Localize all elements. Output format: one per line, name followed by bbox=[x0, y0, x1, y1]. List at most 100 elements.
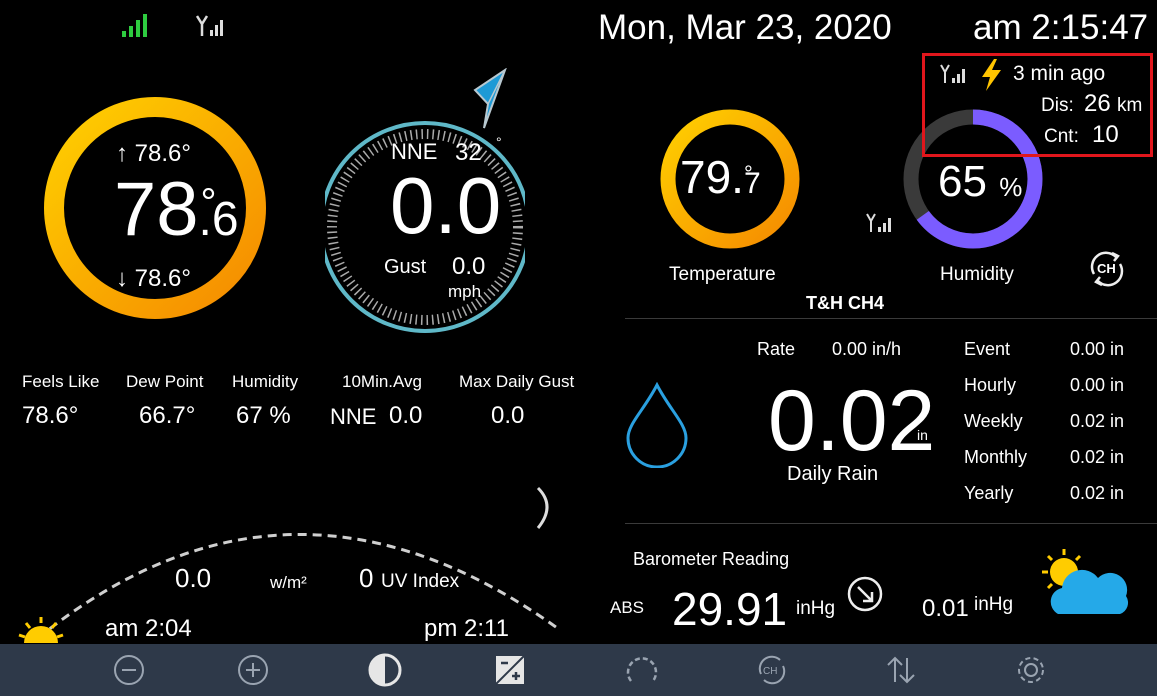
barometer-title: Barometer Reading bbox=[633, 549, 790, 569]
daily-rain-unit: in bbox=[917, 427, 928, 443]
barometer-value: 29.91 bbox=[672, 583, 788, 635]
lightning-bolt-icon bbox=[982, 59, 1001, 91]
gear-icon bbox=[1018, 657, 1044, 683]
lightning-distance-unit: km bbox=[1117, 95, 1143, 116]
partly-cloudy-icon bbox=[1042, 549, 1129, 614]
max-gust-label: Max Daily Gust bbox=[459, 372, 575, 391]
wind-direction-pointer-icon bbox=[473, 68, 507, 129]
solar-radiation-value: 0.0 bbox=[175, 563, 212, 593]
outdoor-temp-degree: ° bbox=[200, 181, 217, 225]
rain-total-label: Yearly bbox=[964, 483, 1014, 503]
lightning-signal-icon bbox=[940, 64, 965, 83]
sun-icon bbox=[18, 617, 64, 643]
daily-rain-label: Daily Rain bbox=[787, 463, 879, 485]
lightning-distance-label: Dis: bbox=[1041, 95, 1074, 116]
wind-speed-value: 0.0 bbox=[390, 161, 502, 250]
outdoor-temp-high: 78.6° bbox=[134, 140, 191, 167]
gauge-icon bbox=[626, 657, 658, 682]
rain-total-value: 0.00 in bbox=[1070, 375, 1125, 395]
wind-degree-symbol: ° bbox=[496, 134, 502, 150]
gauge-button[interactable] bbox=[607, 644, 677, 696]
rain-rate-label: Rate bbox=[757, 339, 796, 359]
contrast-button[interactable] bbox=[350, 644, 420, 696]
humidity-label: Humidity bbox=[232, 372, 299, 391]
ten-min-avg-direction: NNE bbox=[330, 404, 377, 429]
high-arrow-icon: ↑ bbox=[116, 140, 128, 167]
feels-like-label: Feels Like bbox=[22, 372, 100, 391]
rain-total-value: 0.02 in bbox=[1070, 483, 1125, 503]
uv-index-label: UV Index bbox=[381, 571, 460, 592]
channel-temp-label: Temperature bbox=[669, 264, 776, 285]
barometer-mode: ABS bbox=[610, 598, 645, 617]
rain-total-label: Event bbox=[964, 339, 1011, 359]
plus-circle-icon bbox=[238, 655, 268, 685]
rain-total-label: Weekly bbox=[964, 411, 1023, 431]
sensor-signal-icon bbox=[196, 15, 223, 36]
solar-radiation-unit: w/m² bbox=[270, 573, 307, 592]
pressure-trend-icon bbox=[847, 576, 883, 612]
edit-plus-icon bbox=[495, 655, 525, 685]
contrast-icon bbox=[368, 653, 402, 687]
rain-total-value: 0.00 in bbox=[1070, 339, 1125, 359]
rain-rate-value: 0.00 in/h bbox=[832, 339, 902, 359]
uv-index-value: 0 bbox=[359, 563, 374, 593]
time-display: am 2:15:47 bbox=[973, 8, 1149, 47]
lightning-count-label: Cnt: bbox=[1044, 126, 1079, 147]
settings-button[interactable] bbox=[996, 644, 1066, 696]
zoom-in-button[interactable] bbox=[218, 644, 288, 696]
channel-humidity-value: 65 bbox=[938, 157, 987, 206]
minus-circle-icon bbox=[114, 655, 144, 685]
svg-text:CH: CH bbox=[763, 666, 777, 677]
lightning-distance-value: 26 bbox=[1084, 90, 1111, 117]
sunset-time: pm 2:11 bbox=[424, 615, 509, 642]
channel-signal-icon bbox=[866, 213, 891, 232]
zoom-out-button[interactable] bbox=[94, 644, 164, 696]
outdoor-temp-value: 78 ° .6 bbox=[114, 167, 239, 252]
ten-min-avg-speed: 0.0 bbox=[389, 402, 423, 429]
channel-switch-label: CH bbox=[1097, 261, 1116, 276]
channel-temp-int: 79. bbox=[680, 151, 744, 203]
sun-arc bbox=[37, 532, 561, 640]
barometer-unit: inHg bbox=[796, 598, 836, 619]
pressure-change-value: 0.01 bbox=[922, 595, 969, 622]
gust-value: 0.0 bbox=[452, 253, 486, 280]
channel-name: T&H CH4 bbox=[806, 293, 885, 313]
bottom-toolbar: CH bbox=[0, 644, 1157, 696]
low-arrow-icon: ↓ bbox=[116, 265, 128, 292]
channel-switch-button[interactable]: CH bbox=[1084, 246, 1130, 292]
daily-rain-value: 0.02 bbox=[768, 373, 936, 469]
sunrise-time: am 2:04 bbox=[105, 615, 192, 642]
channel-temp-value: 79. ° 7 bbox=[680, 152, 761, 209]
calibrate-button[interactable] bbox=[475, 644, 545, 696]
rain-total-value: 0.02 in bbox=[1070, 447, 1125, 467]
outdoor-temp-int: 78 bbox=[114, 167, 199, 252]
divider bbox=[625, 523, 1157, 524]
rain-drop-icon bbox=[626, 382, 688, 468]
channel-humidity-label: Humidity bbox=[940, 264, 1014, 285]
date-display: Mon, Mar 23, 2020 bbox=[598, 8, 892, 47]
ten-min-avg-label: 10Min.Avg bbox=[342, 372, 423, 391]
gust-label: Gust bbox=[384, 256, 427, 278]
outdoor-temp-low: 78.6° bbox=[134, 265, 191, 292]
channel-cycle-button[interactable]: CH bbox=[737, 644, 807, 696]
sort-button[interactable] bbox=[866, 644, 936, 696]
rain-total-label: Hourly bbox=[964, 375, 1017, 395]
channel-humidity-unit: % bbox=[999, 172, 1023, 202]
lightning-time-ago: 3 min ago bbox=[1013, 62, 1106, 85]
dew-point-label: Dew Point bbox=[126, 372, 204, 391]
divider bbox=[625, 318, 1157, 319]
channel-temp-degree: ° bbox=[743, 161, 753, 186]
wifi-signal-icon bbox=[122, 14, 147, 37]
lightning-count-value: 10 bbox=[1092, 121, 1119, 148]
channel-cycle-icon: CH bbox=[758, 655, 786, 685]
dew-point-value: 66.7° bbox=[139, 402, 196, 429]
rain-total-label: Monthly bbox=[964, 447, 1028, 467]
up-down-arrows-icon bbox=[887, 656, 915, 684]
max-gust-value: 0.0 bbox=[491, 402, 525, 429]
pressure-change-unit: inHg bbox=[974, 594, 1014, 615]
feels-like-value: 78.6° bbox=[22, 402, 79, 429]
rain-total-value: 0.02 in bbox=[1070, 411, 1125, 431]
wind-unit: mph bbox=[448, 282, 482, 301]
humidity-value: 67 % bbox=[236, 402, 291, 429]
moon-icon bbox=[536, 486, 549, 529]
